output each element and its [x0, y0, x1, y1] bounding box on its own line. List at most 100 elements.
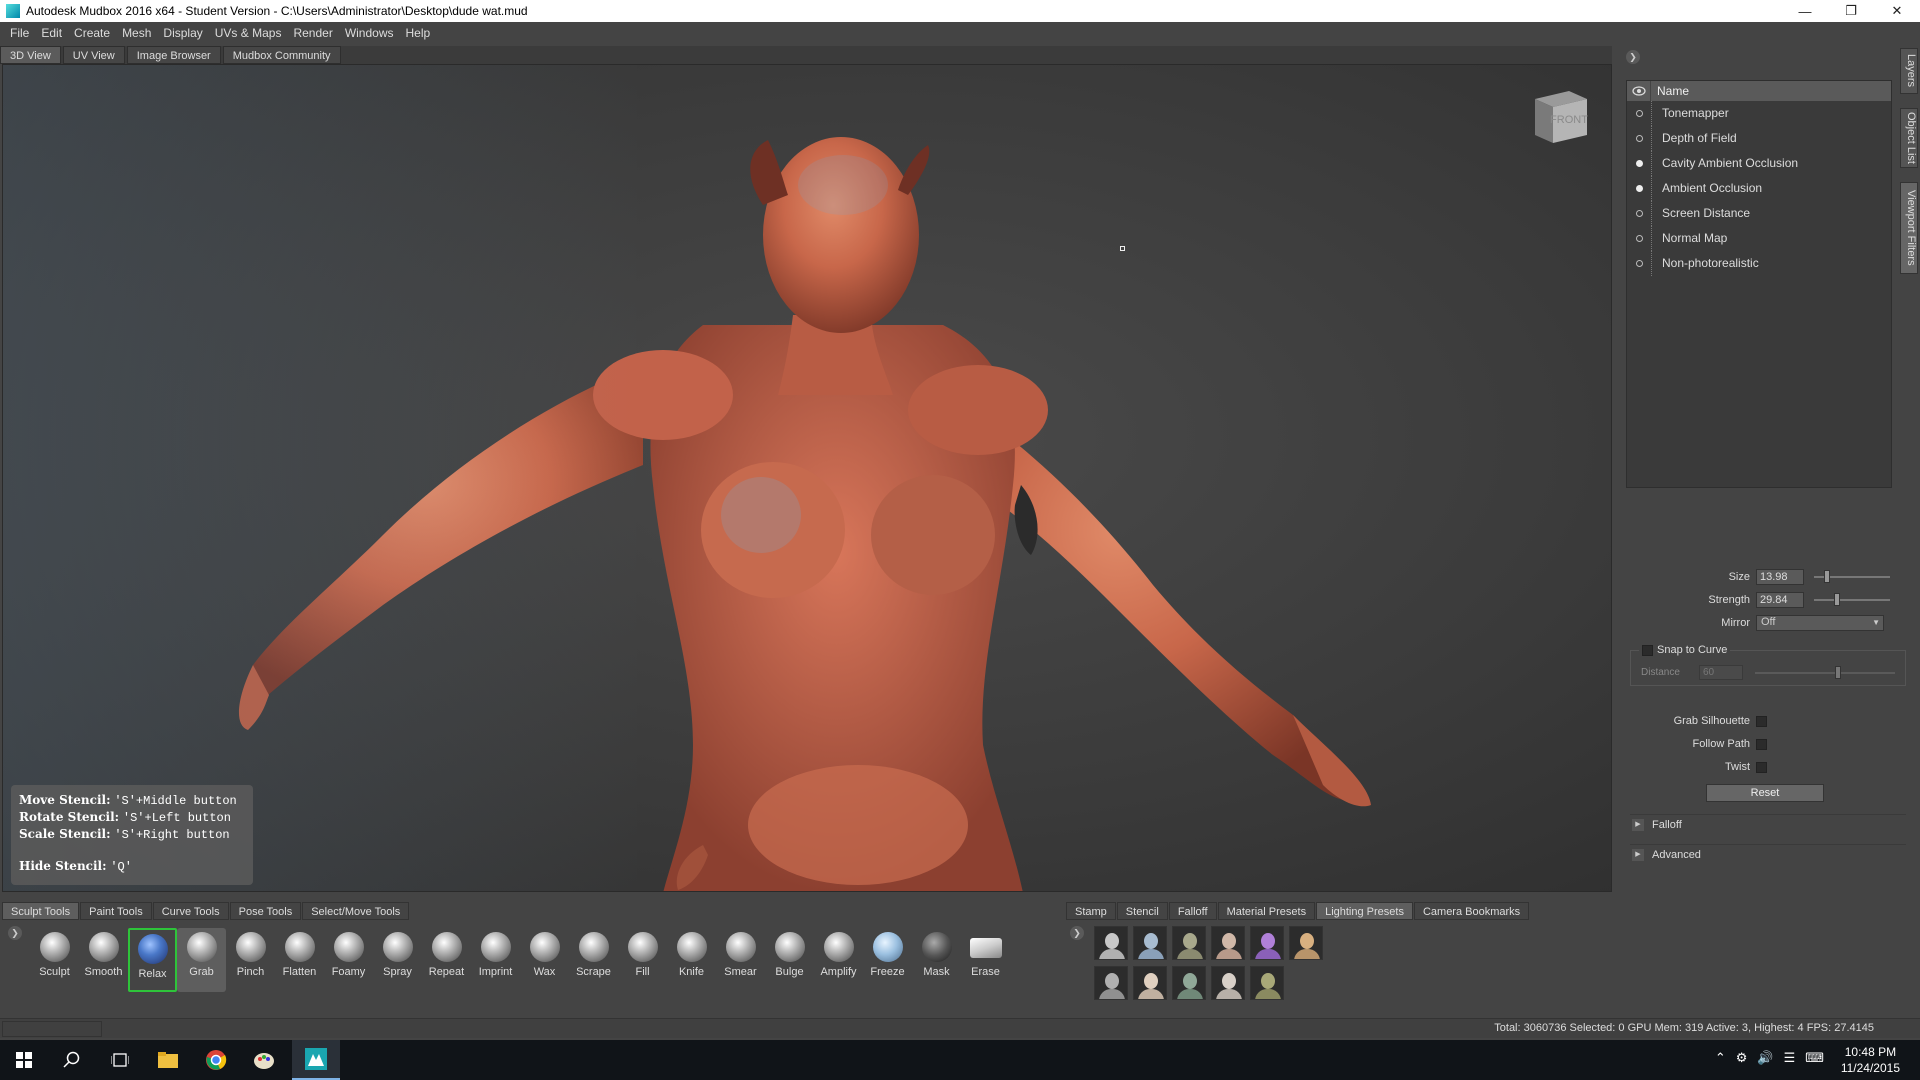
tab-select-move-tools[interactable]: Select/Move Tools	[302, 902, 410, 920]
tab-stencil[interactable]: Stencil	[1116, 902, 1168, 920]
tab-3d-view[interactable]: 3D View	[0, 46, 61, 64]
lighting-preset-thumb[interactable]	[1133, 966, 1167, 1000]
tool-imprint[interactable]: Imprint	[471, 928, 520, 992]
mirror-select[interactable]: Off ▼	[1756, 615, 1884, 631]
tab-camera-bookmarks[interactable]: Camera Bookmarks	[1413, 902, 1530, 920]
filter-row[interactable]: Normal Map	[1627, 226, 1891, 251]
tool-knife[interactable]: Knife	[667, 928, 716, 992]
viewcube-widget[interactable]: FRONT	[1529, 83, 1591, 145]
filter-toggle[interactable]	[1635, 135, 1643, 142]
tab-curve-tools[interactable]: Curve Tools	[152, 902, 229, 920]
tool-repeat[interactable]: Repeat	[422, 928, 471, 992]
distance-slider-knob[interactable]	[1835, 665, 1841, 679]
filter-row[interactable]: Cavity Ambient Occlusion	[1627, 151, 1891, 176]
menu-create[interactable]: Create	[68, 26, 116, 40]
twist-checkbox[interactable]	[1756, 761, 1767, 773]
filter-toggle[interactable]	[1635, 185, 1643, 192]
tool-spray[interactable]: Spray	[373, 928, 422, 992]
side-tab-layers[interactable]: Layers	[1900, 48, 1918, 94]
minimize-icon[interactable]: —	[1782, 0, 1828, 22]
tool-flatten[interactable]: Flatten	[275, 928, 324, 992]
filter-toggle[interactable]	[1635, 110, 1643, 117]
mudbox-taskbar-icon[interactable]	[292, 1040, 340, 1080]
chevron-up-icon[interactable]: ⌃	[1715, 1050, 1726, 1066]
tool-mask[interactable]: Mask	[912, 928, 961, 992]
menu-windows[interactable]: Windows	[339, 26, 400, 40]
tab-falloff[interactable]: Falloff	[1168, 902, 1217, 920]
tab-uv-view[interactable]: UV View	[62, 46, 125, 64]
tab-paint-tools[interactable]: Paint Tools	[80, 902, 152, 920]
tool-foamy[interactable]: Foamy	[324, 928, 373, 992]
size-slider[interactable]	[1814, 570, 1890, 583]
3d-viewport[interactable]: FRONT Move Stencil: 'S'+Middle button Ro…	[2, 64, 1612, 892]
distance-field[interactable]	[1699, 665, 1743, 680]
lighting-preset-thumb[interactable]	[1289, 926, 1323, 960]
volume-icon[interactable]: 🔊	[1757, 1050, 1773, 1066]
tool-fill[interactable]: Fill	[618, 928, 667, 992]
tab-lighting-presets[interactable]: Lighting Presets	[1316, 902, 1413, 920]
lighting-preset-thumb[interactable]	[1094, 966, 1128, 1000]
distance-slider[interactable]	[1755, 665, 1895, 679]
falloff-section[interactable]: ▶ Falloff	[1630, 814, 1906, 834]
tab-mudbox-community[interactable]: Mudbox Community	[222, 46, 341, 64]
tray-expand-icon[interactable]: ❯	[8, 926, 22, 940]
tool-relax[interactable]: Relax	[128, 928, 177, 992]
advanced-section[interactable]: ▶ Advanced	[1630, 844, 1906, 864]
menu-render[interactable]: Render	[287, 26, 338, 40]
menu-help[interactable]: Help	[400, 26, 437, 40]
tool-pinch[interactable]: Pinch	[226, 928, 275, 992]
paint-app-icon[interactable]	[240, 1040, 288, 1080]
search-icon[interactable]	[48, 1040, 96, 1080]
filter-row[interactable]: Tonemapper	[1627, 101, 1891, 126]
filter-row[interactable]: Ambient Occlusion	[1627, 176, 1891, 201]
lighting-preset-thumb[interactable]	[1172, 926, 1206, 960]
size-slider-knob[interactable]	[1824, 570, 1830, 583]
lighting-preset-thumb[interactable]	[1172, 966, 1206, 1000]
presets-expand-icon[interactable]: ❯	[1070, 926, 1084, 940]
tool-amplify[interactable]: Amplify	[814, 928, 863, 992]
taskbar-clock[interactable]: 10:48 PM 11/24/2015	[1841, 1044, 1900, 1076]
grab-silhouette-checkbox[interactable]	[1756, 715, 1767, 727]
tool-smooth[interactable]: Smooth	[79, 928, 128, 992]
size-field[interactable]	[1756, 569, 1804, 585]
settings-gear-icon[interactable]: ⚙	[1736, 1050, 1748, 1066]
filter-toggle[interactable]	[1635, 210, 1643, 217]
tab-sculpt-tools[interactable]: Sculpt Tools	[2, 902, 80, 920]
keyboard-icon[interactable]: ⌨	[1805, 1050, 1824, 1066]
lighting-preset-thumb[interactable]	[1094, 926, 1128, 960]
lighting-preset-thumb[interactable]	[1211, 966, 1245, 1000]
tool-grab[interactable]: Grab	[177, 928, 226, 992]
panel-collapse-icon[interactable]: ❯	[1626, 50, 1640, 64]
strength-slider-knob[interactable]	[1834, 593, 1840, 606]
tool-bulge[interactable]: Bulge	[765, 928, 814, 992]
follow-path-checkbox[interactable]	[1756, 738, 1767, 750]
close-icon[interactable]: ✕	[1874, 0, 1920, 22]
notifications-icon[interactable]: ☰	[1784, 1050, 1796, 1066]
lighting-preset-thumb[interactable]	[1250, 966, 1284, 1000]
menu-display[interactable]: Display	[157, 26, 208, 40]
windows-start-icon[interactable]	[0, 1040, 48, 1080]
tab-image-browser[interactable]: Image Browser	[126, 46, 221, 64]
filter-row[interactable]: Screen Distance	[1627, 201, 1891, 226]
lighting-preset-thumb[interactable]	[1133, 926, 1167, 960]
filter-row[interactable]: Depth of Field	[1627, 126, 1891, 151]
tab-material-presets[interactable]: Material Presets	[1217, 902, 1316, 920]
filter-row[interactable]: Non-photorealistic	[1627, 251, 1891, 276]
filter-toggle[interactable]	[1635, 260, 1643, 267]
lighting-preset-thumb[interactable]	[1250, 926, 1284, 960]
snap-to-curve-checkbox[interactable]	[1642, 644, 1653, 656]
reset-button[interactable]: Reset	[1706, 784, 1824, 802]
chrome-icon[interactable]	[192, 1040, 240, 1080]
tool-smear[interactable]: Smear	[716, 928, 765, 992]
lighting-preset-thumb[interactable]	[1211, 926, 1245, 960]
menu-file[interactable]: File	[4, 26, 35, 40]
side-tab-viewport-filters[interactable]: Viewport Filters	[1900, 182, 1918, 274]
menu-uvs-maps[interactable]: UVs & Maps	[209, 26, 288, 40]
tool-freeze[interactable]: Freeze	[863, 928, 912, 992]
filter-toggle[interactable]	[1635, 235, 1643, 242]
tab-pose-tools[interactable]: Pose Tools	[229, 902, 302, 920]
task-view-icon[interactable]	[96, 1040, 144, 1080]
file-explorer-icon[interactable]	[144, 1040, 192, 1080]
tool-scrape[interactable]: Scrape	[569, 928, 618, 992]
strength-field[interactable]	[1756, 592, 1804, 608]
